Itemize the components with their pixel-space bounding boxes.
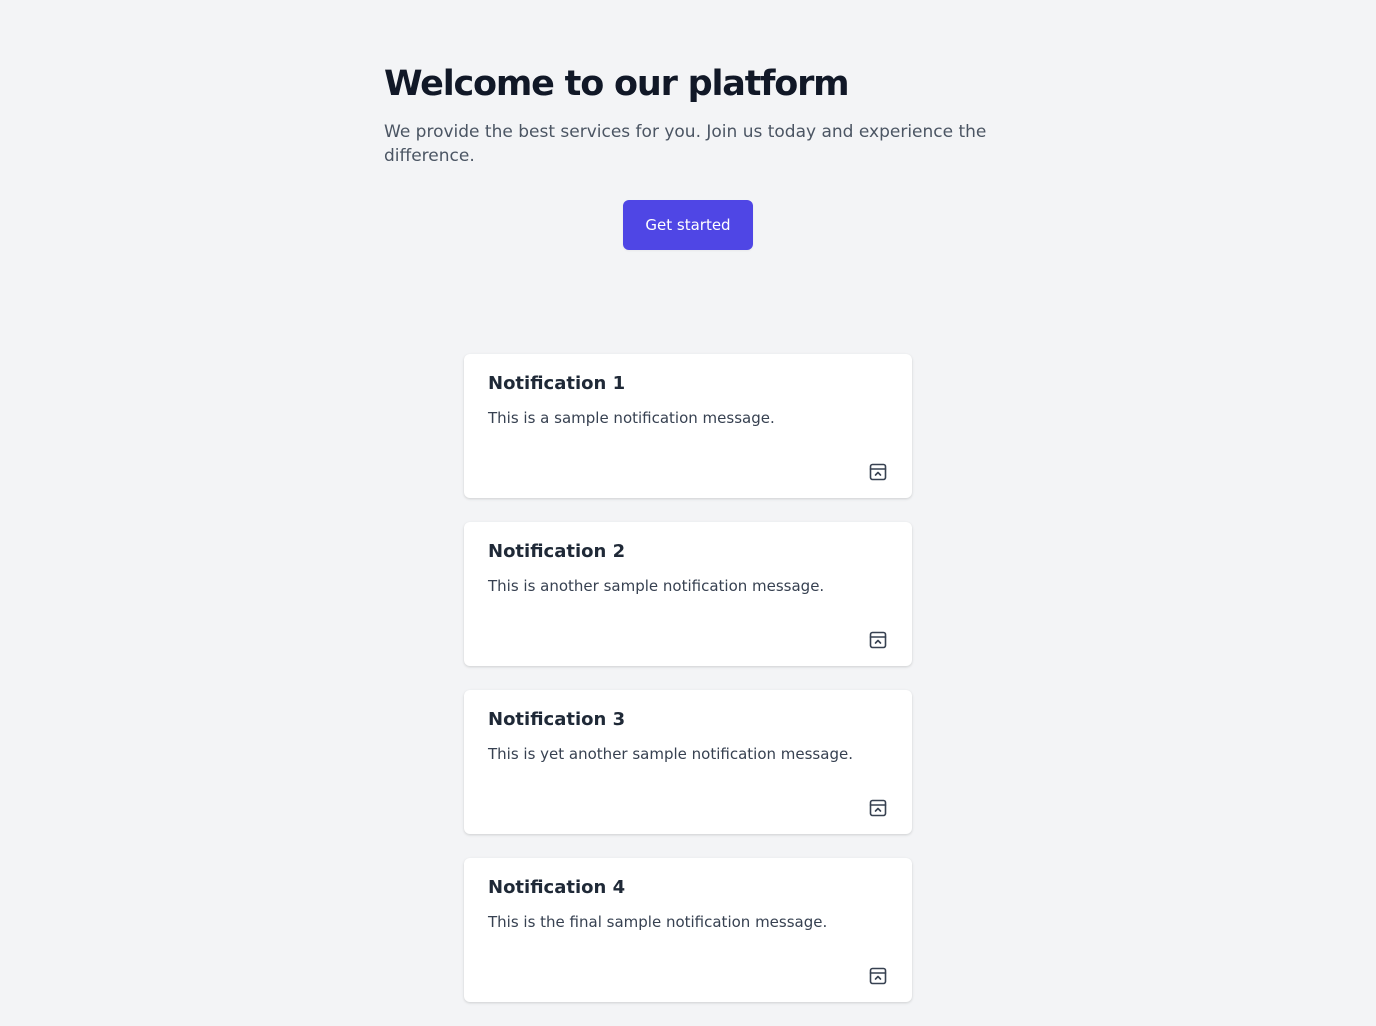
notification-title: Notification 2 xyxy=(488,541,626,562)
notification-card: Notification 3 This is yet another sampl… xyxy=(464,690,912,834)
notification-card: Notification 1 This is a sample notifica… xyxy=(464,354,912,498)
archive-button[interactable] xyxy=(866,460,890,484)
archive-icon xyxy=(868,462,888,482)
notification-message: This is another sample notification mess… xyxy=(488,577,825,595)
hero-section: Welcome to our platform We provide the b… xyxy=(384,60,992,168)
notification-message: This is a sample notification message. xyxy=(488,409,775,427)
notification-title: Notification 3 xyxy=(488,709,626,730)
archive-button[interactable] xyxy=(866,628,890,652)
notification-message: This is yet another sample notification … xyxy=(488,745,853,763)
archive-icon xyxy=(868,966,888,986)
notification-card: Notification 2 This is another sample no… xyxy=(464,522,912,666)
page-title: Welcome to our platform xyxy=(384,64,850,104)
notification-card: Notification 4 This is the final sample … xyxy=(464,858,912,1002)
archive-icon xyxy=(868,798,888,818)
hero-subtitle: We provide the best services for you. Jo… xyxy=(384,122,987,166)
notification-title: Notification 1 xyxy=(488,373,626,394)
archive-button[interactable] xyxy=(866,796,890,820)
notification-list: Notification 1 This is a sample notifica… xyxy=(464,354,912,1026)
archive-icon xyxy=(868,630,888,650)
archive-button[interactable] xyxy=(866,964,890,988)
notification-message: This is the final sample notification me… xyxy=(488,913,828,931)
get-started-button[interactable]: Get started xyxy=(623,200,753,250)
notification-title: Notification 4 xyxy=(488,877,626,898)
